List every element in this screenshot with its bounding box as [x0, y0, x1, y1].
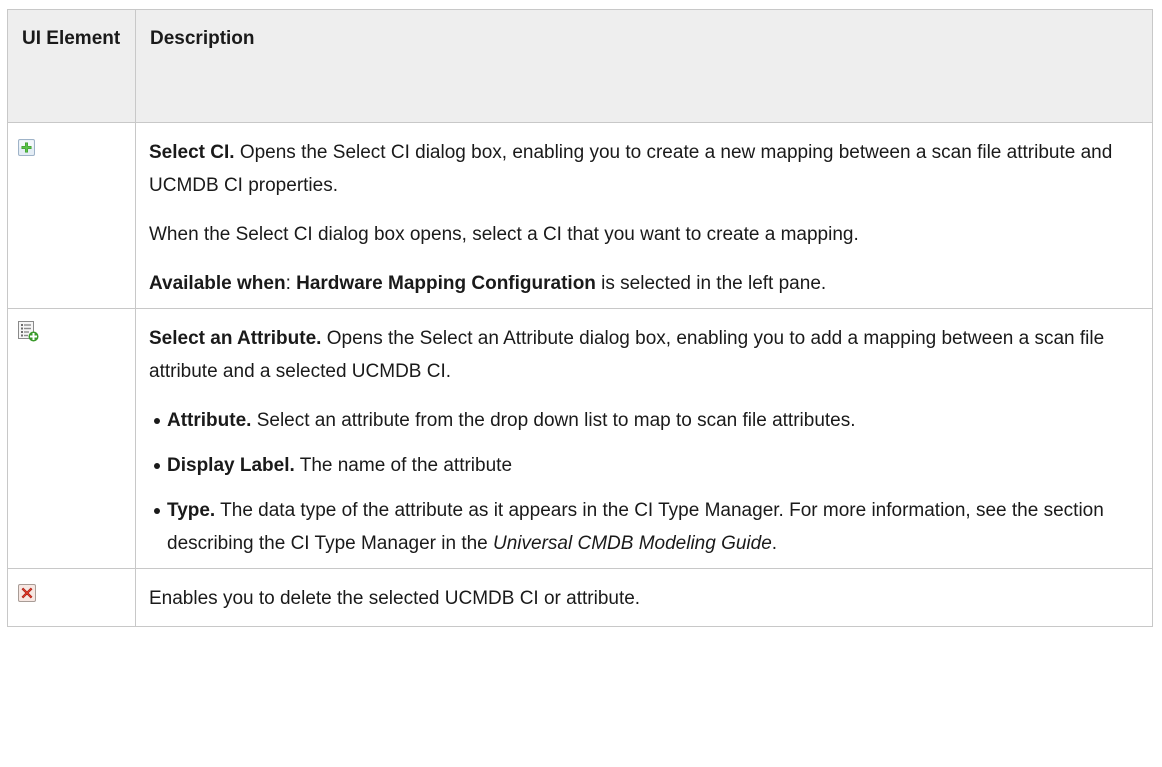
- description-paragraph: When the Select CI dialog box opens, sel…: [149, 224, 859, 245]
- list-item-type: Type. The data type of the attribute as …: [154, 494, 1138, 560]
- availability-rest: is selected in the left pane.: [595, 273, 827, 294]
- list-item-text: Select an attribute from the drop down l…: [251, 410, 856, 431]
- description-cell: Enables you to delete the selected UCMDB…: [135, 568, 1153, 627]
- availability-note: Available when: Hardware Mapping Configu…: [149, 267, 1138, 300]
- table-header-row: UI Element Description: [7, 9, 1153, 123]
- list-item-term: Display Label.: [167, 455, 295, 476]
- item-text: Opens the Select CI dialog box, enabling…: [149, 142, 1113, 196]
- green-plus-icon: [18, 134, 35, 167]
- attribute-field-list: Attribute. Select an attribute from the …: [149, 404, 1138, 560]
- list-item-display-label: Display Label. The name of the attribute: [154, 449, 1138, 482]
- icon-cell: [7, 122, 136, 309]
- list-item-end: .: [771, 533, 778, 554]
- table-row-select-ci: Select CI. Opens the Select CI dialog bo…: [7, 122, 1153, 309]
- red-x-delete-icon: [18, 580, 36, 613]
- list-item-term: Attribute.: [167, 410, 252, 431]
- header-ui-element: UI Element: [7, 9, 136, 123]
- ui-elements-table: UI Element Description Select CI. Opens …: [7, 9, 1153, 627]
- list-item-term: Type.: [167, 500, 216, 521]
- availability-pane: Hardware Mapping Configuration: [296, 273, 596, 294]
- table-row-select-attribute: Select an Attribute. Opens the Select an…: [7, 308, 1153, 569]
- item-title: Select an Attribute.: [149, 328, 322, 349]
- description-paragraph: Select an Attribute. Opens the Select an…: [149, 322, 1138, 388]
- description-paragraph: Enables you to delete the selected UCMDB…: [149, 588, 641, 609]
- list-add-icon: [18, 320, 39, 353]
- availability-separator: :: [285, 273, 297, 294]
- table-row-delete: Enables you to delete the selected UCMDB…: [7, 568, 1153, 627]
- icon-cell: [7, 308, 136, 569]
- guide-title: Universal CMDB Modeling Guide: [493, 533, 772, 554]
- list-item-attribute: Attribute. Select an attribute from the …: [154, 404, 1138, 437]
- header-description: Description: [135, 9, 1153, 123]
- list-item-text: The name of the attribute: [294, 455, 513, 476]
- icon-cell: [7, 568, 136, 627]
- description-cell: Select CI. Opens the Select CI dialog bo…: [135, 122, 1153, 309]
- item-title: Select CI.: [149, 142, 235, 163]
- description-paragraph: Select CI. Opens the Select CI dialog bo…: [149, 136, 1138, 202]
- availability-label: Available when: [149, 273, 286, 294]
- description-cell: Select an Attribute. Opens the Select an…: [135, 308, 1153, 569]
